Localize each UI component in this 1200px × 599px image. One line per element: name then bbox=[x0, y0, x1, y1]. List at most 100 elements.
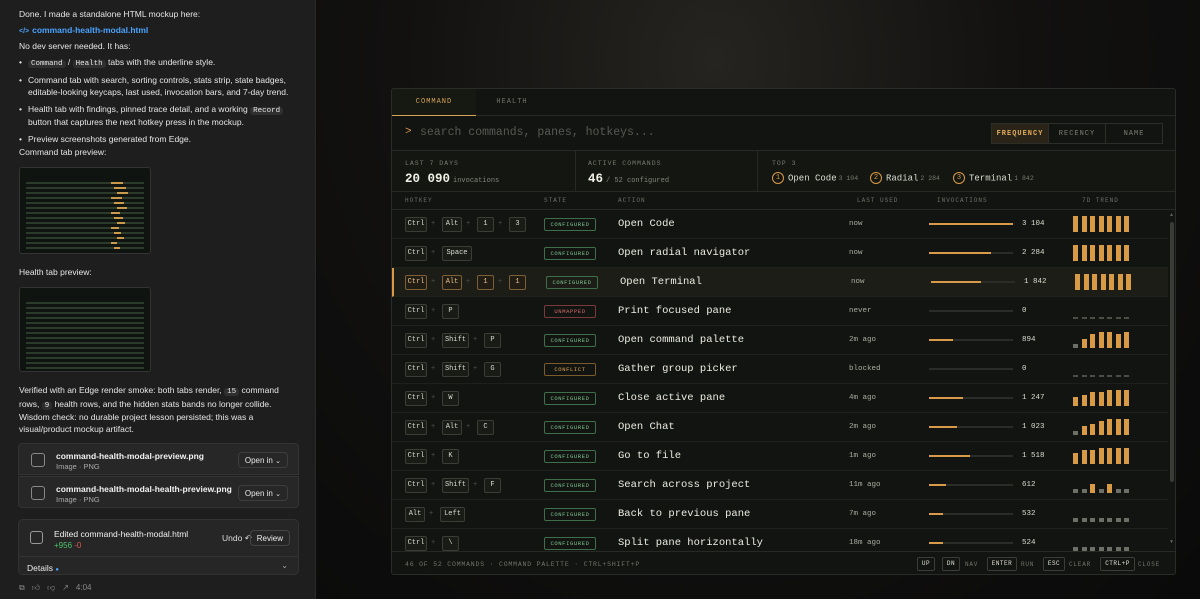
header-state: STATE bbox=[544, 197, 568, 204]
file-link[interactable]: </> command-health-modal.html bbox=[19, 24, 301, 37]
trend-bar bbox=[1115, 419, 1121, 435]
keycap[interactable]: Ctrl bbox=[405, 304, 427, 319]
keycap[interactable]: Ctrl bbox=[405, 246, 427, 261]
table-row[interactable]: Ctrl + Alt + C CONFIGURED Open Chat 2m ago 1 023 bbox=[392, 413, 1168, 442]
share-icon[interactable]: ↗ bbox=[62, 583, 69, 592]
trend-bar bbox=[1073, 518, 1078, 522]
keycap[interactable]: Ctrl bbox=[405, 275, 427, 290]
table-row[interactable]: Ctrl + W CONFIGURED Close active pane 4m ago 1… bbox=[392, 384, 1168, 413]
trend-bar bbox=[1083, 274, 1089, 290]
review-button[interactable]: Review bbox=[249, 530, 290, 546]
trend-bar bbox=[1124, 317, 1129, 319]
thumb-row bbox=[26, 207, 144, 209]
chevron-down-icon[interactable]: ⌄ bbox=[281, 560, 288, 572]
tab-health[interactable]: HEALTH bbox=[476, 89, 548, 116]
table-row[interactable]: Ctrl + P UNMAPPED Print focused pane never 0 bbox=[392, 297, 1168, 326]
top-item: 1 Open Code 3 104 bbox=[772, 172, 858, 184]
keycap[interactable]: Ctrl bbox=[405, 391, 427, 406]
trend-bar bbox=[1098, 448, 1104, 464]
keycap[interactable]: 3 bbox=[509, 217, 526, 232]
keycap[interactable]: Shift bbox=[442, 333, 469, 348]
chat-panel: Done. I made a standalone HTML mockup he… bbox=[0, 0, 316, 599]
keycap[interactable]: G bbox=[484, 362, 501, 377]
trend-sparkbars bbox=[1073, 361, 1133, 377]
edited-title: Edited command-health-modal.html bbox=[54, 529, 189, 539]
table-row[interactable]: Ctrl + Shift + P CONFIGURED Open command palet… bbox=[392, 326, 1168, 355]
tab-command[interactable]: COMMAND bbox=[392, 89, 476, 116]
keycap[interactable]: 1 bbox=[477, 275, 494, 290]
keycap[interactable]: Left bbox=[440, 507, 465, 522]
details-toggle[interactable]: Details ● bbox=[19, 556, 298, 580]
keycap[interactable]: Ctrl bbox=[405, 536, 427, 551]
scrollbar[interactable]: ▲ ▼ bbox=[1168, 210, 1175, 547]
attachment-card[interactable]: command-health-modal-preview.png Image ·… bbox=[18, 443, 299, 475]
scroll-down-icon[interactable]: ▼ bbox=[1170, 539, 1173, 545]
keycap[interactable]: Alt bbox=[442, 420, 462, 435]
keycap[interactable]: Alt bbox=[405, 507, 425, 522]
keycap[interactable]: 1 bbox=[477, 217, 494, 232]
keycap[interactable]: F bbox=[484, 478, 501, 493]
keycap[interactable]: Ctrl bbox=[405, 478, 427, 493]
open-in-button[interactable]: Open in ⌄ bbox=[237, 485, 288, 501]
trend-bar bbox=[1115, 448, 1121, 464]
health-preview-image[interactable] bbox=[19, 287, 151, 372]
attachment-card[interactable]: command-health-modal-health-preview.png … bbox=[18, 476, 299, 508]
table-row[interactable]: Ctrl + Shift + G CONFLICT Gather group picker b… bbox=[392, 355, 1168, 384]
invocation-bar-fill bbox=[929, 513, 944, 515]
invocation-bar bbox=[929, 455, 1013, 457]
keycap[interactable]: Alt bbox=[442, 275, 462, 290]
sort-recency-button[interactable]: RECENCY bbox=[1049, 124, 1106, 143]
table-row[interactable]: Ctrl + K CONFIGURED Go to file 1m ago 1 518 bbox=[392, 442, 1168, 471]
trend-bar bbox=[1117, 274, 1123, 290]
key-hint-label: CLOSE bbox=[1138, 561, 1161, 568]
state-badge: CONFIGURED bbox=[544, 508, 596, 521]
table-row[interactable]: Alt + Left CONFIGURED Back to previous pane 7… bbox=[392, 500, 1168, 529]
trend-bar bbox=[1107, 484, 1112, 493]
keycap[interactable]: Ctrl bbox=[405, 420, 427, 435]
undo-button[interactable]: Undo ↶ bbox=[222, 532, 252, 544]
thumbs-up-icon[interactable]: 👍︎ bbox=[32, 583, 40, 592]
keycap[interactable]: Ctrl bbox=[405, 449, 427, 464]
search-input[interactable]: search commands, panes, hotkeys... bbox=[420, 126, 655, 139]
plus-separator: + bbox=[431, 394, 436, 402]
stat-label: TOP 3 bbox=[772, 160, 797, 167]
scrollbar-thumb[interactable] bbox=[1170, 222, 1174, 482]
open-in-button[interactable]: Open in ⌄ bbox=[237, 452, 288, 468]
keycap[interactable]: W bbox=[442, 391, 459, 406]
table-row[interactable]: Ctrl + Alt +1 +3 CONFIGURED Open Code now 3 104 bbox=[392, 210, 1168, 239]
trend-bar bbox=[1107, 390, 1112, 406]
command-preview-image[interactable] bbox=[19, 167, 151, 254]
keycap[interactable]: C bbox=[477, 420, 494, 435]
trend-bar bbox=[1081, 450, 1087, 464]
keycap[interactable]: Shift bbox=[442, 478, 469, 493]
copy-icon[interactable]: ⧉ bbox=[19, 583, 25, 592]
plus-separator: + bbox=[431, 336, 436, 344]
header-last-used: LAST USED bbox=[857, 197, 899, 204]
plus-separator: + bbox=[498, 278, 503, 286]
state-badge: CONFLICT bbox=[544, 363, 596, 376]
keycap[interactable]: P bbox=[484, 333, 501, 348]
sort-name-button[interactable]: NAME bbox=[1106, 124, 1162, 143]
attachment-type: Image · PNG bbox=[56, 495, 100, 504]
keycap[interactable]: Space bbox=[442, 246, 472, 261]
stats-strip: LAST 7 DAYS 20 090 invocations ACTIVE COM… bbox=[392, 151, 1175, 192]
trend-bar bbox=[1098, 392, 1104, 406]
keycap[interactable]: Alt bbox=[442, 217, 462, 232]
scroll-up-icon[interactable]: ▲ bbox=[1170, 212, 1173, 218]
table-row[interactable]: Ctrl + Space CONFIGURED Open radial navigato… bbox=[392, 239, 1168, 268]
keycap[interactable]: \ bbox=[442, 536, 459, 551]
keycap[interactable]: 1 bbox=[509, 275, 526, 290]
keycap[interactable]: Ctrl bbox=[405, 333, 427, 348]
keycap[interactable]: K bbox=[442, 449, 459, 464]
invocation-count: 1 518 bbox=[1022, 452, 1045, 460]
table-row[interactable]: Ctrl + Shift + F CONFIGURED Search across proj… bbox=[392, 471, 1168, 500]
table-row[interactable]: Ctrl + Alt +1 +1 CONFIGURED Open Terminal now 1 … bbox=[392, 268, 1168, 297]
thumbs-down-icon[interactable]: 👎︎ bbox=[47, 583, 55, 592]
sort-frequency-button[interactable]: FREQUENCY bbox=[992, 124, 1049, 143]
keycap[interactable]: Ctrl bbox=[405, 362, 427, 377]
keycap[interactable]: Shift bbox=[442, 362, 469, 377]
thumb-row bbox=[26, 212, 144, 214]
thumb-row bbox=[26, 337, 144, 339]
keycap[interactable]: Ctrl bbox=[405, 217, 427, 232]
keycap[interactable]: P bbox=[442, 304, 459, 319]
